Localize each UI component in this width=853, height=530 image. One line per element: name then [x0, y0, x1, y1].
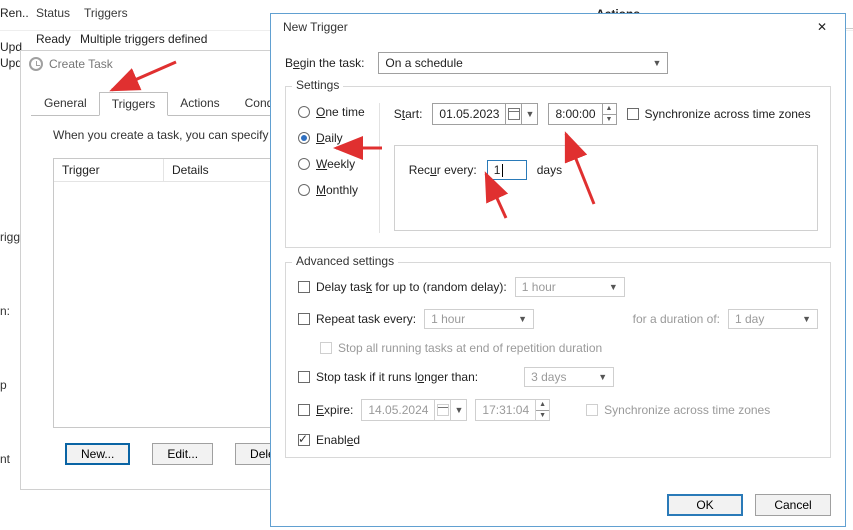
bg-columns: Status Triggers	[36, 6, 128, 20]
begin-task-select[interactable]: On a schedule ▼	[378, 52, 668, 74]
begin-task-label: BeBegin the task:gin the task:	[285, 56, 364, 70]
col-status: Status	[36, 6, 70, 20]
delay-row: Delay task for up to (random delay): 1 h…	[298, 277, 818, 297]
repeat-row: Repeat task every: 1 hour▼ for a duratio…	[298, 309, 818, 329]
edit-button[interactable]: Edit...	[152, 443, 213, 465]
trigger-listview[interactable]: Trigger Details	[53, 158, 271, 428]
freq-onetime[interactable]: One time	[298, 105, 365, 119]
expire-checkbox[interactable]: Expire:	[298, 403, 353, 417]
stop-all-row: Stop all running tasks at end of repetit…	[320, 341, 818, 355]
freq-weekly[interactable]: Weekly	[298, 157, 365, 171]
time-spinner[interactable]: ▲▼	[602, 104, 616, 124]
delay-select: 1 hour▼	[515, 277, 625, 297]
chevron-down-icon: ▼	[653, 58, 662, 68]
tab-triggers[interactable]: Triggers	[99, 92, 169, 116]
val-status: Ready	[36, 32, 71, 46]
expire-sync-tz: Synchronize across time zones	[586, 403, 770, 417]
begin-task-value: On a schedule	[385, 56, 462, 70]
advanced-legend: Advanced settings	[292, 254, 398, 268]
freq-monthly[interactable]: Monthly	[298, 183, 365, 197]
recur-label: Recur every:	[409, 163, 477, 177]
new-button[interactable]: New...	[65, 443, 130, 465]
clock-icon	[29, 57, 43, 71]
ok-button[interactable]: OK	[667, 494, 743, 516]
settings-legend: Settings	[292, 78, 343, 92]
col-triggers: Triggers	[84, 6, 128, 20]
advanced-group: Advanced settings Delay task for up to (…	[285, 262, 831, 458]
freq-daily[interactable]: Daily	[298, 131, 365, 145]
enabled-row: Enabled	[298, 433, 818, 447]
tab-general[interactable]: General	[31, 91, 100, 115]
stop-if-checkbox[interactable]: Stop task if it runs longer than:	[298, 370, 478, 384]
duration-select: 1 day▼	[728, 309, 818, 329]
tab-actions[interactable]: Actions	[167, 91, 232, 115]
calendar-icon[interactable]	[505, 104, 521, 124]
date-chevron-down-icon[interactable]: ▼	[521, 104, 537, 124]
dialog-title: New Trigger	[283, 20, 348, 34]
start-time-input[interactable]: 8:00:00 ▲▼	[548, 103, 616, 125]
sync-timezones[interactable]: Synchronize across time zones	[627, 107, 811, 121]
col-details: Details	[164, 159, 217, 181]
expire-row: Expire: 14.05.2024 ▼ 17:31:04 ▲▼ Synchro…	[298, 399, 818, 421]
stop-if-row: Stop task if it runs longer than: 3 days…	[298, 367, 818, 387]
enabled-checkbox[interactable]: Enabled	[298, 433, 360, 447]
expire-time-input: 17:31:04 ▲▼	[475, 399, 550, 421]
left-fragments: rigg n: p nt rs	[0, 230, 22, 530]
repeat-checkbox[interactable]: Repeat task every:	[298, 312, 416, 326]
col-trigger: Trigger	[54, 159, 164, 181]
stop-if-select: 3 days▼	[524, 367, 614, 387]
stop-all-checkbox: Stop all running tasks at end of repetit…	[320, 341, 602, 355]
close-icon[interactable]: ✕	[807, 20, 837, 34]
start-date-input[interactable]: 01.05.2023 ▼	[432, 103, 538, 125]
new-trigger-dialog: New Trigger ✕ BeBegin the task:gin the t…	[270, 13, 846, 527]
recur-days-input[interactable]: 1	[487, 160, 527, 180]
expire-date-input: 14.05.2024 ▼	[361, 399, 467, 421]
bg-upd1: Upd	[0, 40, 22, 54]
duration-label: for a duration of:	[633, 312, 720, 326]
delay-checkbox[interactable]: Delay task for up to (random delay):	[298, 280, 507, 294]
cancel-button[interactable]: Cancel	[755, 494, 831, 516]
recur-panel: Recur every: 1 days	[394, 145, 818, 231]
create-task-title: Create Task	[49, 57, 113, 71]
settings-group: Settings One time Daily Weekly Monthly S…	[285, 86, 831, 248]
repeat-select: 1 hour▼	[424, 309, 534, 329]
start-label: Start:	[394, 107, 423, 121]
val-triggers: Multiple triggers defined	[80, 32, 207, 46]
bg-ren: Ren..	[0, 6, 29, 20]
recur-unit: days	[537, 163, 562, 177]
bg-upd2: Upd	[0, 56, 22, 70]
